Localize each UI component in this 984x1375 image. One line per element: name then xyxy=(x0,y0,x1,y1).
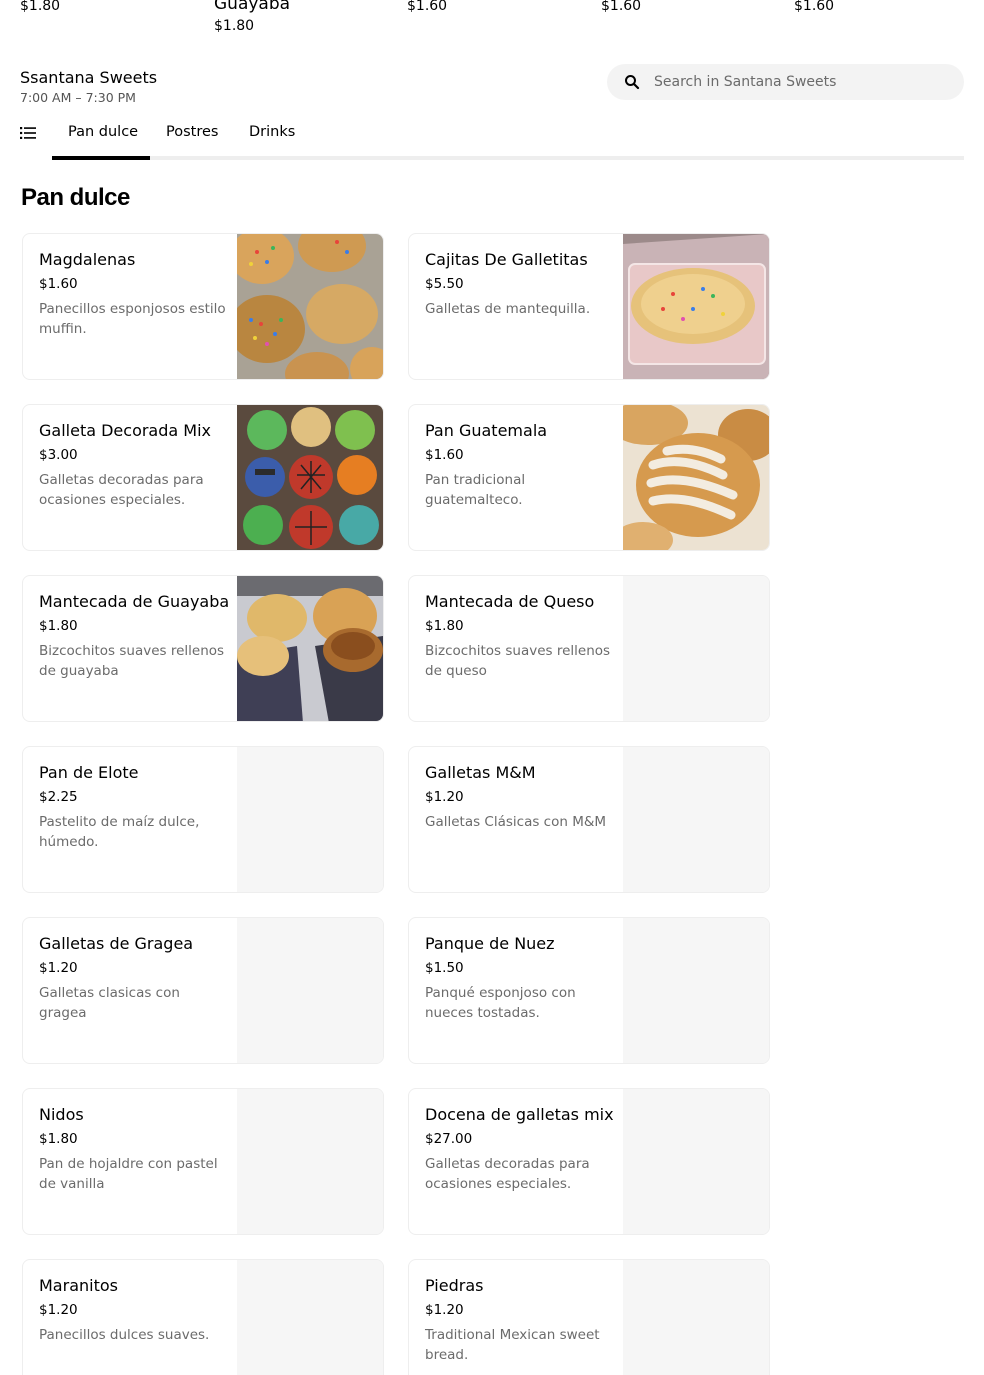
item-photo-placeholder xyxy=(623,918,769,1063)
section-title: Pan dulce xyxy=(21,184,130,211)
item-photo xyxy=(237,405,383,550)
decorated-cookies-photo xyxy=(237,405,383,550)
item-description: Bizcochitos suaves rellenos de queso xyxy=(425,643,611,679)
category-tabs: Pan dulce Postres Drinks xyxy=(52,116,964,161)
item-title: Pan Guatemala xyxy=(425,421,548,440)
menu-item-card[interactable]: Panque de Nuez $1.50 Panqué esponjoso co… xyxy=(408,917,770,1064)
item-title: Magdalenas xyxy=(39,250,136,269)
item-description: Galletas de mantequilla. xyxy=(425,301,591,317)
item-description: Pan tradicional guatemalteco. xyxy=(425,472,526,508)
tab-pan-dulce[interactable]: Pan dulce xyxy=(68,124,138,140)
previous-carousel-strip: $1.80 Guayaba $1.80 $1.60 $1.60 $1.60 xyxy=(0,0,984,44)
item-price: $1.80 xyxy=(39,1131,78,1147)
menu-item-card[interactable]: Cajitas De Galletitas $5.50 Galletas de … xyxy=(408,233,770,380)
item-title: Maranitos xyxy=(39,1276,118,1295)
item-photo-placeholder xyxy=(237,918,383,1063)
item-photo-placeholder xyxy=(623,1089,769,1234)
menu-item-card[interactable]: Piedras $1.20 Traditional Mexican sweet … xyxy=(408,1259,770,1375)
search-input[interactable] xyxy=(654,64,954,100)
tab-drinks[interactable]: Drinks xyxy=(249,124,295,140)
menu-item-card[interactable]: Pan Guatemala $1.60 Pan tradicional guat… xyxy=(408,404,770,551)
item-title: Panque de Nuez xyxy=(425,934,555,953)
item-price: $1.60 xyxy=(425,447,464,463)
item-title: Nidos xyxy=(39,1105,84,1124)
menu-item-card[interactable]: Magdalenas $1.60 Panecillos esponjosos e… xyxy=(22,233,384,380)
carousel-item-price: $1.80 xyxy=(214,18,255,34)
item-description: Pastelito de maíz dulce, húmedo. xyxy=(39,814,200,850)
list-icon[interactable] xyxy=(20,126,36,140)
item-description: Traditional Mexican sweet bread. xyxy=(425,1327,600,1363)
muffins-photo xyxy=(237,234,383,379)
item-description: Panqué esponjoso con nueces tostadas. xyxy=(425,985,576,1021)
item-title: Docena de galletas mix xyxy=(425,1105,614,1124)
item-photo xyxy=(623,405,769,550)
cookie-box-photo xyxy=(623,234,769,379)
item-price: $5.50 xyxy=(425,276,464,292)
item-price: $1.50 xyxy=(425,960,464,976)
item-title: Mantecada de Guayaba xyxy=(39,592,230,611)
menu-item-card[interactable]: Galletas de Gragea $1.20 Galletas clasic… xyxy=(22,917,384,1064)
item-photo-placeholder xyxy=(623,576,769,721)
carousel-item-price: $1.60 xyxy=(794,0,835,14)
menu-item-card[interactable]: Mantecada de Guayaba $1.80 Bizcochitos s… xyxy=(22,575,384,722)
item-description: Galletas decoradas para ocasiones especi… xyxy=(39,472,204,508)
item-photo xyxy=(237,576,383,721)
search-icon xyxy=(625,75,640,90)
item-price: $1.20 xyxy=(425,789,464,805)
carousel-item-price: $1.60 xyxy=(601,0,642,14)
menu-item-card[interactable]: Nidos $1.80 Pan de hojaldre con pastel d… xyxy=(22,1088,384,1235)
item-title: Galletas M&M xyxy=(425,763,536,782)
item-price: $1.20 xyxy=(39,960,78,976)
guava-mantecada-photo xyxy=(237,576,383,721)
item-photo-placeholder xyxy=(623,1260,769,1375)
menu-item-card[interactable]: Docena de galletas mix $27.00 Galletas d… xyxy=(408,1088,770,1235)
item-price: $2.25 xyxy=(39,789,78,805)
item-description: Bizcochitos suaves rellenos de guayaba xyxy=(39,643,225,679)
item-photo xyxy=(237,234,383,379)
item-title: Cajitas De Galletitas xyxy=(425,250,588,269)
item-price: $1.80 xyxy=(425,618,464,634)
item-photo-placeholder xyxy=(237,1260,383,1375)
item-price: $1.60 xyxy=(39,276,78,292)
item-price: $1.20 xyxy=(39,1302,78,1318)
item-title: Galletas de Gragea xyxy=(39,934,194,953)
item-title: Galleta Decorada Mix xyxy=(39,421,211,440)
item-description: Galletas Clásicas con M&M xyxy=(425,814,607,830)
menu-item-card[interactable]: Galletas M&M $1.20 Galletas Clásicas con… xyxy=(408,746,770,893)
store-name: Ssantana Sweets xyxy=(20,68,158,87)
item-price: $1.80 xyxy=(39,618,78,634)
item-photo-placeholder xyxy=(623,747,769,892)
item-description: Pan de hojaldre con pastel de vanilla xyxy=(39,1156,218,1192)
item-price: $1.20 xyxy=(425,1302,464,1318)
item-title: Piedras xyxy=(425,1276,484,1295)
item-title: Pan de Elote xyxy=(39,763,139,782)
menu-item-card[interactable]: Pan de Elote $2.25 Pastelito de maíz dul… xyxy=(22,746,384,893)
item-price: $27.00 xyxy=(425,1131,473,1147)
store-hours: 7:00 AM – 7:30 PM xyxy=(20,90,136,105)
item-description: Galletas clasicas con gragea xyxy=(39,985,180,1021)
carousel-item-name[interactable]: Guayaba xyxy=(214,0,290,14)
store-search-bar[interactable] xyxy=(607,64,964,100)
menu-item-card[interactable]: Mantecada de Queso $1.80 Bizcochitos sua… xyxy=(408,575,770,722)
guatemalan-bread-photo xyxy=(623,405,769,550)
item-photo-placeholder xyxy=(237,747,383,892)
item-title: Mantecada de Queso xyxy=(425,592,595,611)
menu-item-card[interactable]: Maranitos $1.20 Panecillos dulces suaves… xyxy=(22,1259,384,1375)
menu-item-card[interactable]: Galleta Decorada Mix $3.00 Galletas deco… xyxy=(22,404,384,551)
item-description: Galletas decoradas para ocasiones especi… xyxy=(425,1156,590,1192)
item-photo xyxy=(623,234,769,379)
item-price: $3.00 xyxy=(39,447,78,463)
item-photo-placeholder xyxy=(237,1089,383,1234)
carousel-item-price: $1.80 xyxy=(20,0,61,14)
carousel-item-price: $1.60 xyxy=(407,0,448,14)
item-description: Panecillos dulces suaves. xyxy=(39,1327,210,1343)
tab-postres[interactable]: Postres xyxy=(166,124,218,140)
item-description: Panecillos esponjosos estilo muffin. xyxy=(39,301,226,337)
